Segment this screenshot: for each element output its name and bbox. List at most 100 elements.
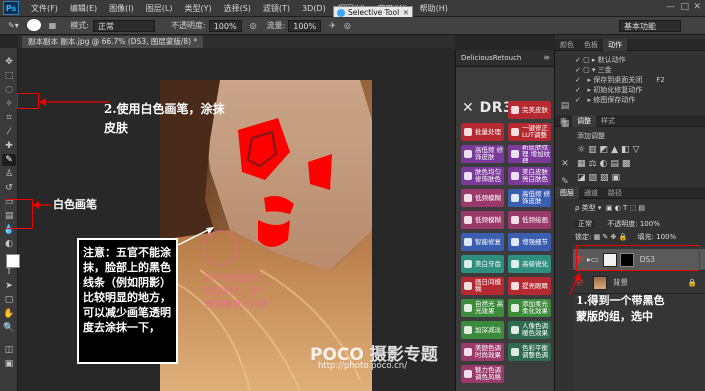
tab-actions[interactable]: 动作 bbox=[603, 38, 627, 51]
brush-panel-icon[interactable]: ▦ bbox=[49, 21, 57, 30]
dr-button[interactable]: 增强细节 bbox=[508, 233, 551, 251]
action-item[interactable]: ✓ ▸ 保存到桌面关闭 F2 bbox=[575, 75, 665, 85]
adjustment-icons-row3[interactable]: ◪▨▧▣ bbox=[577, 173, 623, 183]
pressure-size-icon[interactable]: ◎ bbox=[344, 21, 351, 30]
menu-filter[interactable]: 滤镜(T) bbox=[257, 3, 296, 14]
document-tab[interactable]: 副本副本 副本.jpg @ 66.7% (DS3, 图层蒙版/8) * bbox=[22, 36, 204, 48]
side-tools-icon[interactable]: ✕ bbox=[558, 158, 572, 170]
foreground-color-swatch[interactable] bbox=[6, 254, 20, 268]
blend-mode-select[interactable]: 正常 bbox=[575, 220, 595, 228]
side-properties-icon[interactable]: ▦ bbox=[558, 118, 572, 130]
mode-select[interactable]: 正常 bbox=[92, 19, 155, 32]
dr-button[interactable]: 美白牙齿 bbox=[461, 255, 504, 273]
dr-button[interactable]: 完美皮肤 bbox=[508, 101, 551, 119]
tab-paths[interactable]: 路径 bbox=[603, 188, 627, 198]
side-history-icon[interactable]: ▤ bbox=[558, 100, 572, 112]
tab-layers[interactable]: 图层 bbox=[555, 186, 579, 199]
hand-tool-icon[interactable]: ✋ bbox=[2, 308, 16, 320]
tab-color[interactable]: 颜色 bbox=[555, 40, 579, 50]
healing-tool-icon[interactable]: ✚ bbox=[2, 140, 16, 152]
dr-button[interactable]: 智能修复 bbox=[461, 233, 504, 251]
dr-button[interactable]: 高级锐化 bbox=[508, 255, 551, 273]
fill-input[interactable]: 100% bbox=[656, 233, 676, 241]
blend-mode-row: 正常 不透明度: 100% bbox=[575, 219, 660, 229]
layer-kind-filter[interactable]: ρ 类型 ▾ ▣ ◐ T ⬚ ▤ bbox=[575, 203, 645, 213]
close-icon[interactable]: ✕ bbox=[693, 2, 701, 12]
lasso-tool-icon[interactable]: ◌ bbox=[2, 84, 16, 96]
dr-button[interactable]: 人像色调 暖色效果 bbox=[508, 321, 551, 339]
dr-button[interactable]: 肤色均匀 修饰肤色 bbox=[461, 167, 504, 185]
dr-button-icon bbox=[464, 326, 472, 334]
dr-button[interactable]: 低频绘画 bbox=[508, 211, 551, 229]
eyedropper-tool-icon[interactable]: ⁄ bbox=[2, 126, 16, 138]
adjustment-icons[interactable]: ☼▥◩▲◧▽ bbox=[577, 145, 642, 155]
dr-button[interactable]: 色彩平衡 调整色调 bbox=[508, 343, 551, 361]
dr-button[interactable]: 提亮眼睛 bbox=[508, 277, 551, 295]
dr-button[interactable]: 高低频 修饰皮肤 bbox=[461, 145, 504, 163]
adjustments-tabs: 库 调整 样式 bbox=[555, 114, 705, 127]
minimize-icon[interactable]: — bbox=[666, 2, 675, 12]
dr-button[interactable]: 美颜色调 时尚效果 bbox=[461, 343, 504, 361]
action-item[interactable]: ✓ ▢ ▾ 三金 bbox=[575, 65, 665, 75]
dr-button[interactable]: 加深减淡 bbox=[461, 321, 504, 339]
flow-input[interactable]: 100% bbox=[288, 19, 322, 32]
dr-button[interactable]: 一键修正 LUT调整 bbox=[508, 123, 551, 141]
dr-button[interactable]: 添加柔光 柔化效果 bbox=[508, 299, 551, 317]
layer-name[interactable]: 背景 bbox=[613, 277, 628, 288]
dr-button-label: 新皮肤纹理 增加纹理 bbox=[522, 145, 551, 163]
tab-styles[interactable]: 样式 bbox=[596, 116, 620, 126]
dr-button[interactable]: 美白皮肤 亮白肤色 bbox=[508, 167, 551, 185]
menu-3d[interactable]: 3D(D) bbox=[296, 4, 332, 13]
quick-select-tool-icon[interactable]: ✧ bbox=[2, 98, 16, 110]
menu-edit[interactable]: 编辑(E) bbox=[64, 3, 103, 14]
menu-file[interactable]: 文件(F) bbox=[25, 3, 64, 14]
dr-button[interactable]: 低频模糊 bbox=[461, 189, 504, 207]
dr-button-label: 一键修正 LUT调整 bbox=[522, 124, 548, 139]
shape-tool-icon[interactable]: ▢ bbox=[2, 294, 16, 306]
zoom-tool-icon[interactable]: 🔍 bbox=[2, 322, 16, 334]
dr-button[interactable]: 魅力色调 调色风格 bbox=[461, 365, 504, 383]
menu-help[interactable]: 帮助(H) bbox=[414, 3, 454, 14]
quick-mask-icon[interactable]: ◫ bbox=[2, 344, 16, 356]
dr-button[interactable]: 画日间模糊 bbox=[461, 277, 504, 295]
clone-stamp-tool-icon[interactable]: ♙ bbox=[2, 168, 16, 180]
screen-mode-icon[interactable]: ▣ bbox=[2, 358, 16, 370]
maximize-icon[interactable]: □ bbox=[680, 2, 689, 12]
airbrush-icon[interactable]: ✈ bbox=[329, 21, 336, 30]
action-item[interactable]: ✓ ▢ ▸ 默认动作 bbox=[575, 55, 665, 65]
dr-button[interactable]: 高低频 修饰皮肤 bbox=[508, 189, 551, 207]
marquee-tool-icon[interactable]: ⬚ bbox=[2, 70, 16, 82]
tab-channels[interactable]: 通道 bbox=[579, 188, 603, 198]
history-brush-tool-icon[interactable]: ↺ bbox=[2, 182, 16, 194]
dodge-tool-icon[interactable]: ◐ bbox=[2, 238, 16, 250]
panel-menu-icon[interactable]: ≡ bbox=[543, 53, 550, 62]
layer-row-background[interactable]: 👁 背景 🔒 bbox=[573, 272, 705, 294]
crop-tool-icon[interactable]: ⌗ bbox=[2, 112, 16, 124]
dr-button-label: 批量处理 bbox=[475, 127, 501, 136]
menu-layer[interactable]: 图层(L) bbox=[140, 3, 179, 14]
workspace-select[interactable]: 基本功能 bbox=[619, 20, 681, 32]
brush-tool-icon[interactable]: ✎ bbox=[2, 154, 16, 166]
brush-preset-picker[interactable] bbox=[26, 18, 41, 31]
pressure-opacity-icon[interactable]: ◎ bbox=[250, 21, 257, 30]
dr-button-icon bbox=[511, 326, 519, 334]
layer-opacity-input[interactable]: 100% bbox=[640, 220, 660, 228]
opacity-input[interactable]: 100% bbox=[208, 19, 242, 32]
adjustment-icons-row2[interactable]: ▦⚖◐▤▩ bbox=[577, 159, 633, 169]
side-brush-icon[interactable]: ✎ bbox=[558, 176, 572, 188]
dr-button[interactable]: 批量处理 bbox=[461, 123, 504, 141]
path-select-tool-icon[interactable]: ➤ bbox=[2, 280, 16, 292]
menu-type[interactable]: 类型(Y) bbox=[178, 3, 217, 14]
move-tool-icon[interactable]: ✥ bbox=[2, 56, 16, 68]
brush-tool-icon[interactable]: ✎▾ bbox=[8, 21, 19, 30]
dr-button[interactable]: 低频模糊 bbox=[461, 211, 504, 229]
layer-highlight bbox=[576, 245, 700, 271]
tab-adjustments[interactable]: 调整 bbox=[572, 114, 596, 127]
action-item[interactable]: ✓ ▸ 修图保存动作 bbox=[575, 95, 665, 105]
menu-image[interactable]: 图像(I) bbox=[103, 3, 140, 14]
menu-select[interactable]: 选择(S) bbox=[218, 3, 257, 14]
dr-button[interactable]: 新皮肤纹理 增加纹理 bbox=[508, 145, 551, 163]
dr-button[interactable]: 自然光 高光效果 bbox=[461, 299, 504, 317]
action-item[interactable]: ✓ ▸ 初始化修复动作 bbox=[575, 85, 665, 95]
tab-swatches[interactable]: 色板 bbox=[579, 40, 603, 50]
